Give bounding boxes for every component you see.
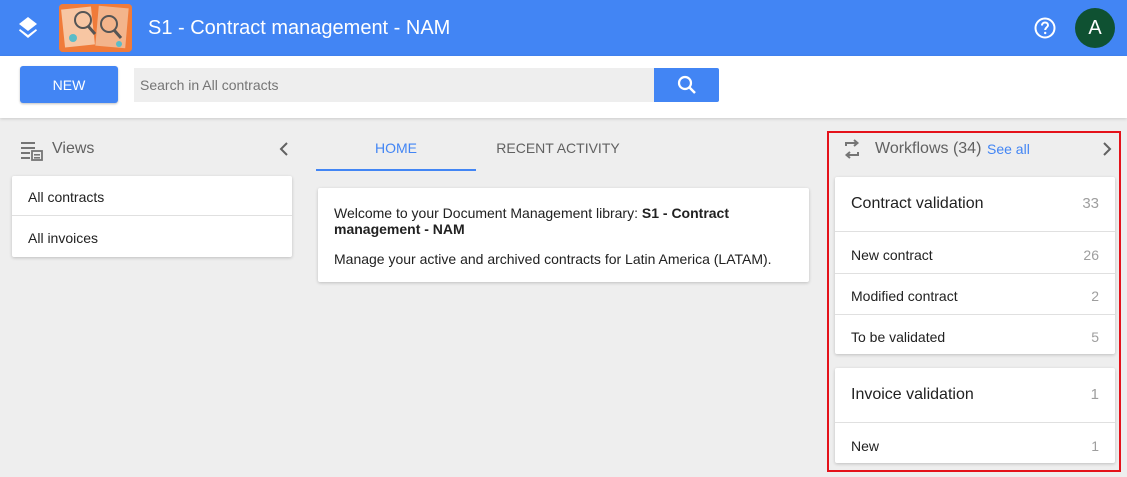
- view-item-all-invoices[interactable]: All invoices: [12, 217, 292, 257]
- welcome-message: Welcome to your Document Management libr…: [334, 205, 774, 237]
- chevron-right-icon[interactable]: [1100, 140, 1114, 158]
- workflow-group-count: 1: [1090, 386, 1099, 403]
- workflow-group-title: Invoice validation: [851, 386, 974, 403]
- help-icon[interactable]: [1034, 17, 1056, 39]
- chevron-left-icon[interactable]: [276, 140, 292, 158]
- tab-home[interactable]: HOME: [316, 133, 476, 171]
- workflow-item-label: To be validated: [851, 329, 946, 345]
- toolbar: NEW: [0, 56, 1127, 118]
- workflows-title: Workflows (34): [875, 140, 982, 157]
- workflow-item-label: New contract: [851, 247, 933, 263]
- tab-recent-activity[interactable]: RECENT ACTIVITY: [476, 133, 640, 171]
- welcome-card: Welcome to your Document Management libr…: [318, 188, 809, 282]
- workflow-item[interactable]: To be validated 5: [835, 315, 1115, 356]
- workflow-item[interactable]: New 1: [835, 424, 1115, 465]
- search-button[interactable]: [654, 68, 719, 102]
- see-all-link[interactable]: See all: [987, 141, 1030, 157]
- workflow-item-label: Modified contract: [851, 288, 958, 304]
- workflow-item-count: 5: [1091, 329, 1099, 345]
- workflow-item-count: 26: [1083, 247, 1099, 263]
- sync-icon: [844, 139, 860, 159]
- views-title: Views: [52, 140, 95, 157]
- app-header: S1 - Contract management - NAM A: [0, 0, 1127, 56]
- library-logo: [59, 4, 132, 52]
- workflow-card-contract-validation: Contract validation 33 New contract 26 M…: [835, 177, 1115, 354]
- welcome-intro: Welcome to your Document Management libr…: [334, 205, 642, 221]
- page-title: S1 - Contract management - NAM: [148, 17, 451, 39]
- workflow-group-header[interactable]: Contract validation 33: [835, 177, 1115, 232]
- avatar[interactable]: A: [1075, 8, 1115, 48]
- workflow-group-header[interactable]: Invoice validation 1: [835, 368, 1115, 423]
- new-button[interactable]: NEW: [20, 66, 118, 103]
- workflow-group-title: Contract validation: [851, 195, 984, 212]
- search-icon: [677, 75, 696, 94]
- view-item-all-contracts[interactable]: All contracts: [12, 176, 292, 216]
- views-list: All contracts All invoices: [12, 176, 292, 257]
- list-view-icon: [21, 142, 43, 161]
- workflow-item[interactable]: Modified contract 2: [835, 274, 1115, 315]
- workflow-item-label: New: [851, 438, 880, 454]
- search-input[interactable]: [134, 68, 654, 102]
- layers-icon[interactable]: [14, 14, 42, 42]
- workflow-item-count: 1: [1091, 438, 1099, 454]
- workflow-card-invoice-validation: Invoice validation 1 New 1: [835, 368, 1115, 463]
- workflow-item-count: 2: [1091, 288, 1099, 304]
- workflow-item[interactable]: New contract 26: [835, 233, 1115, 274]
- workflow-group-count: 33: [1082, 195, 1099, 212]
- welcome-description: Manage your active and archived contract…: [334, 251, 772, 267]
